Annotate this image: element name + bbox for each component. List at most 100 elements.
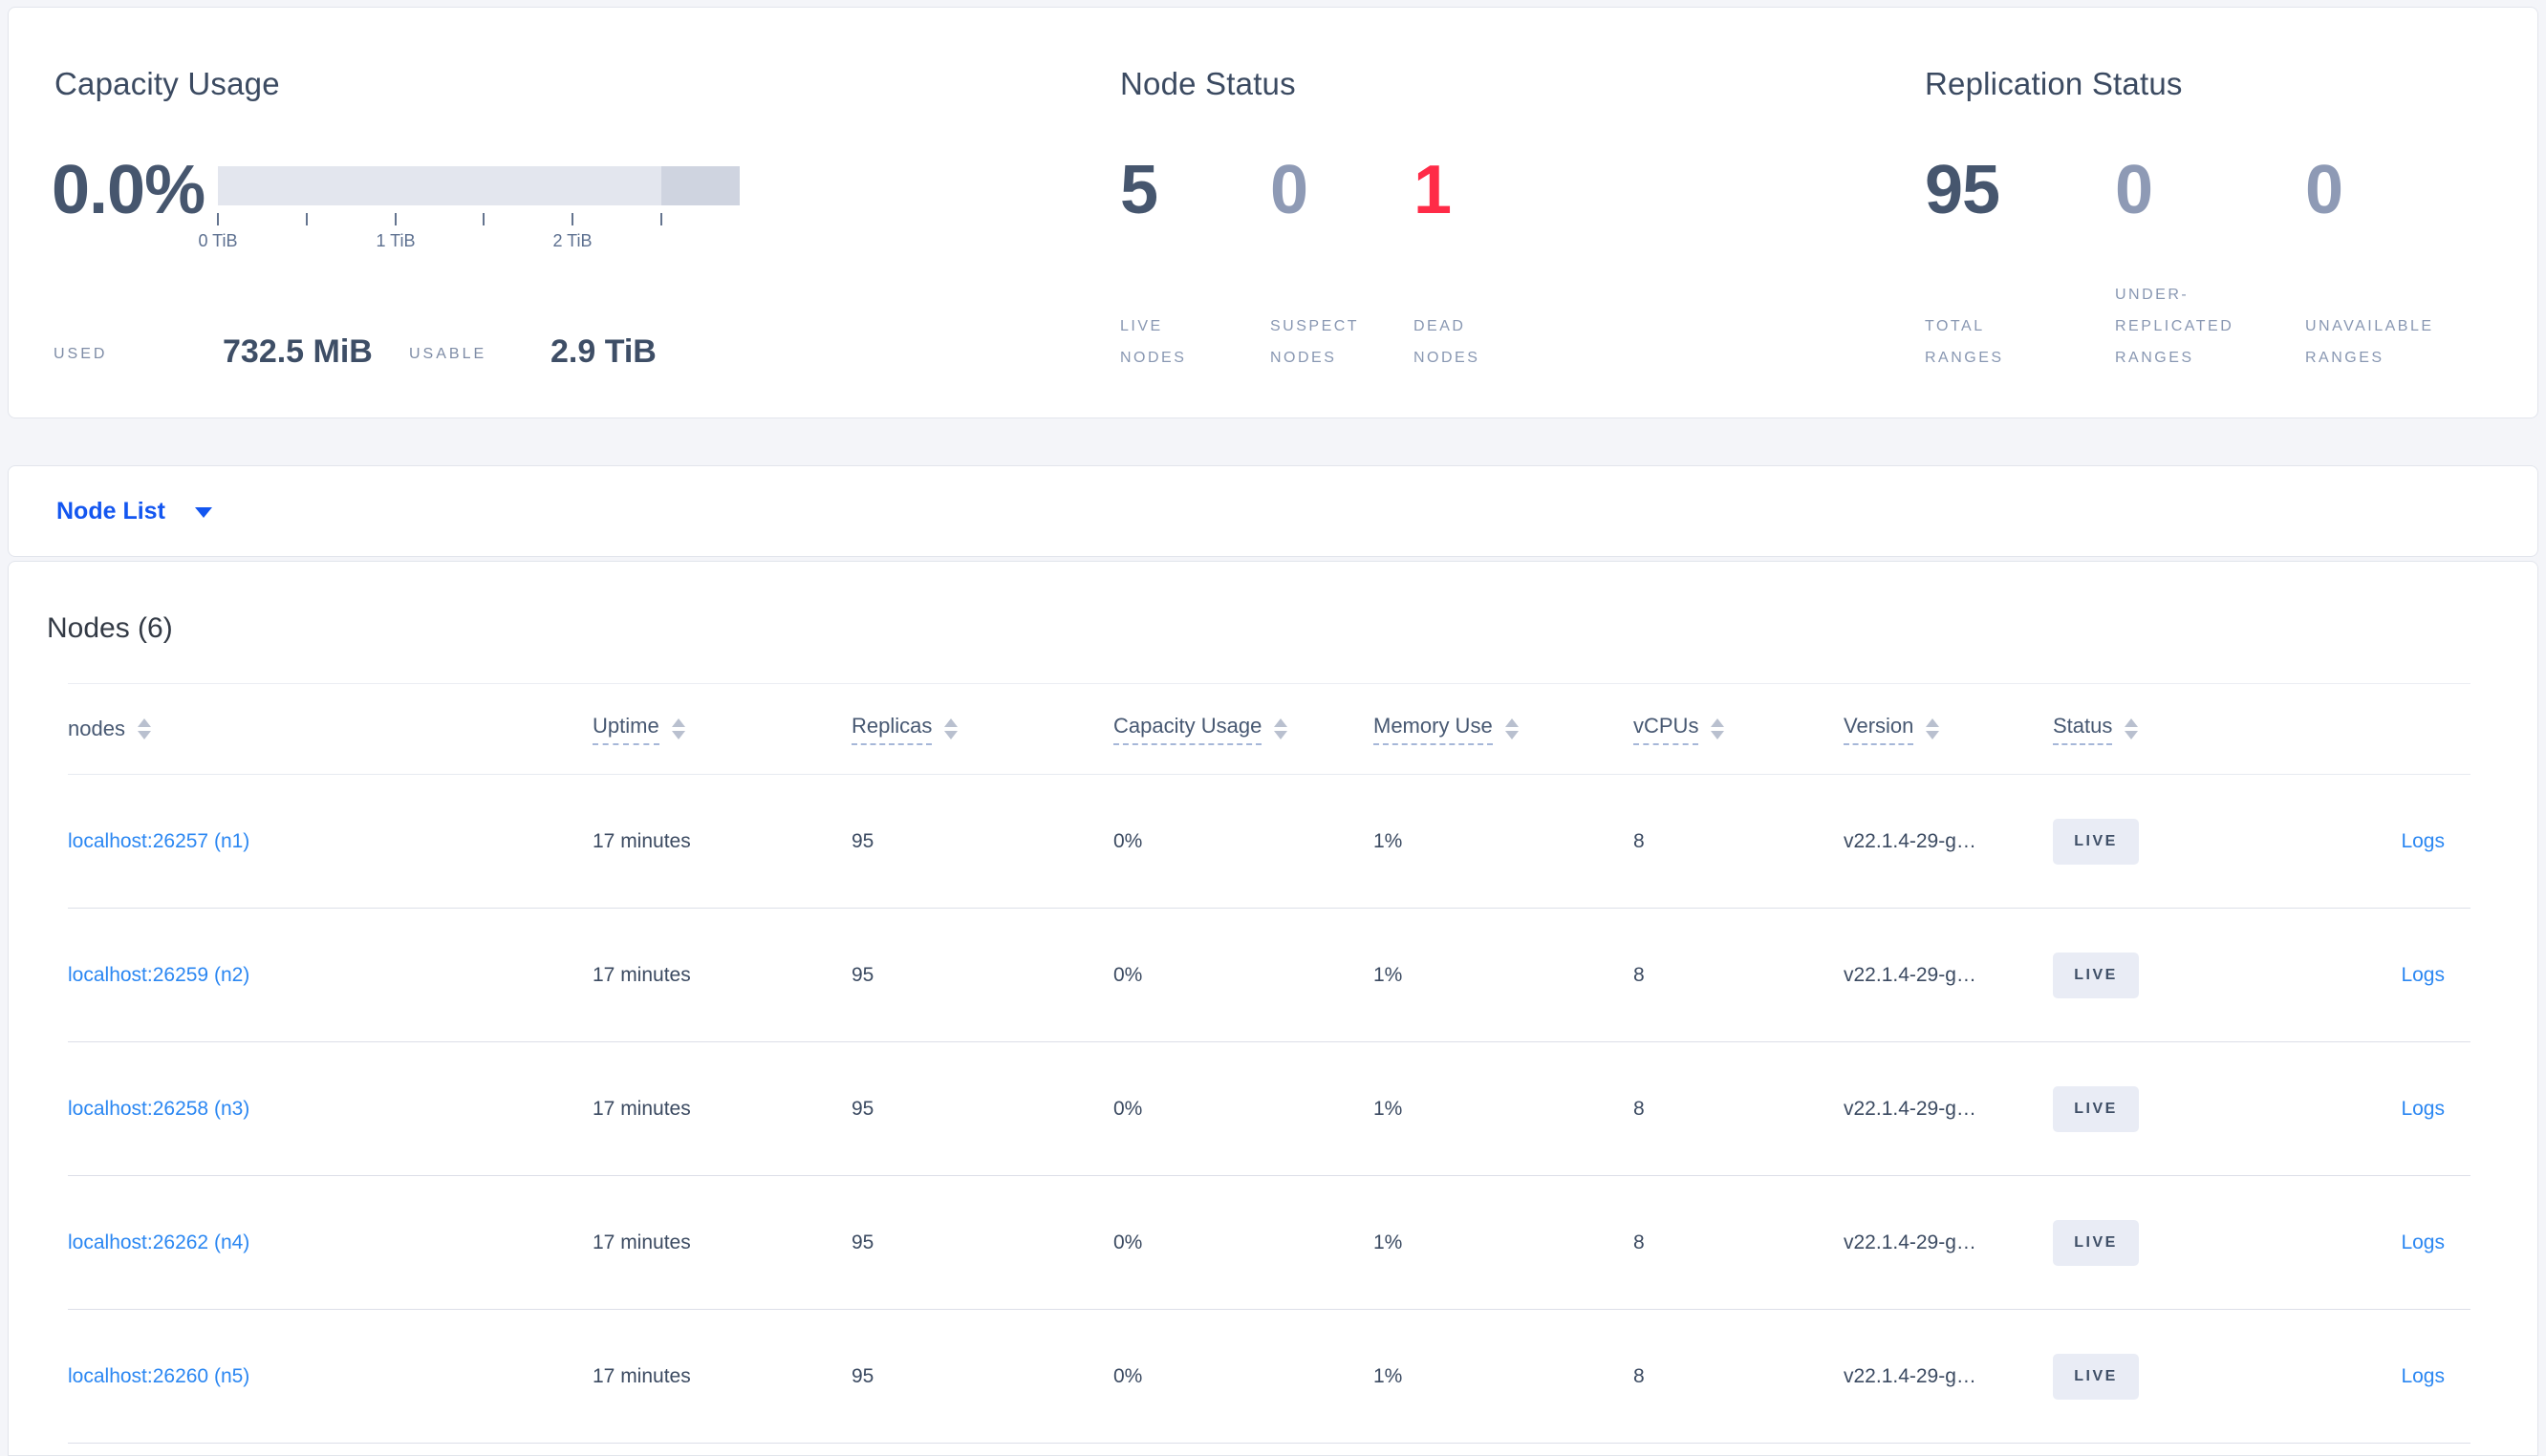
axis-tick (395, 213, 397, 225)
uptime-cell: 17 minutes (593, 1097, 691, 1120)
logs-link[interactable]: Logs (2401, 1365, 2445, 1387)
status-badge: LIVE (2053, 952, 2139, 998)
metric-label-line: TOTAL (1925, 318, 1985, 334)
memory-cell: 1% (1373, 829, 1403, 852)
node-link[interactable]: localhost:26260 (n5) (68, 1365, 249, 1387)
dead-nodes-count: 1 (1413, 152, 1452, 228)
suspect-nodes-count: 0 (1270, 152, 1308, 228)
uptime-cell: 17 minutes (593, 829, 691, 852)
under-replicated-ranges-count: 0 (2115, 152, 2153, 228)
version-cell: v22.1.4-29-g… (1844, 963, 1976, 986)
logs-link[interactable]: Logs (2401, 1231, 2445, 1253)
capacity-cell: 0% (1113, 963, 1143, 986)
metric-label-line: LIVE (1120, 318, 1163, 334)
node-link[interactable]: localhost:26257 (n1) (68, 830, 249, 852)
node-list-dropdown[interactable]: Node List (56, 498, 212, 525)
replicas-cell: 95 (852, 1097, 874, 1120)
capacity-cell: 0% (1113, 1364, 1143, 1387)
version-cell: v22.1.4-29-g… (1844, 829, 1976, 852)
axis-tick (483, 213, 485, 225)
column-header-version[interactable]: Version (1844, 714, 2053, 745)
column-header-label: nodes (68, 717, 125, 740)
usable-label: USABLE (409, 346, 487, 362)
column-header-status[interactable]: Status (2053, 714, 2314, 745)
axis-tick (306, 213, 308, 225)
dead-nodes-metric: 1 DEAD NODES (1413, 8, 1605, 418)
vcpus-cell: 8 (1633, 1231, 1645, 1253)
sort-icon (2125, 718, 2139, 739)
logs-link[interactable]: Logs (2401, 1098, 2445, 1120)
node-link[interactable]: localhost:26262 (n4) (68, 1231, 249, 1253)
nodes-table: nodes Uptime Replicas Capacity Usage Mem… (68, 683, 2470, 1444)
unavailable-ranges-metric: 0 UNAVAILABLE RANGES (2305, 8, 2546, 418)
live-nodes-count: 5 (1120, 152, 1158, 228)
sort-icon (137, 718, 151, 739)
sort-icon (1926, 718, 1940, 739)
vcpus-cell: 8 (1633, 963, 1645, 986)
uptime-cell: 17 minutes (593, 1364, 691, 1387)
capacity-cell: 0% (1113, 1231, 1143, 1253)
metric-label-line: SUSPECT (1270, 318, 1360, 334)
table-header-row: nodes Uptime Replicas Capacity Usage Mem… (68, 683, 2470, 775)
column-header-label: Status (2053, 714, 2113, 745)
table-row: localhost:26257 (n1) 17 minutes 95 0% 1%… (68, 775, 2470, 909)
total-ranges-count: 95 (1925, 152, 2000, 228)
status-badge: LIVE (2053, 1219, 2139, 1266)
sort-icon (944, 718, 959, 739)
replicas-cell: 95 (852, 1231, 874, 1253)
table-row: localhost:26260 (n5) 17 minutes 95 0% 1%… (68, 1310, 2470, 1444)
column-header-vcpus[interactable]: vCPUs (1633, 714, 1844, 745)
metric-label-line: RANGES (1925, 350, 2004, 366)
column-header-label: Memory Use (1373, 714, 1493, 745)
vcpus-cell: 8 (1633, 1364, 1645, 1387)
node-link[interactable]: localhost:26258 (n3) (68, 1098, 249, 1120)
capacity-bar-reserved-segment (661, 166, 740, 205)
metric-label-line: NODES (1120, 350, 1187, 366)
live-nodes-metric: 5 LIVE NODES (1120, 8, 1263, 418)
vcpus-cell: 8 (1633, 1097, 1645, 1120)
metric-label-line: UNDER- (2115, 287, 2190, 303)
status-badge: LIVE (2053, 1353, 2139, 1400)
version-cell: v22.1.4-29-g… (1844, 1097, 1976, 1120)
vcpus-cell: 8 (1633, 829, 1645, 852)
metric-label-line: NODES (1413, 350, 1480, 366)
column-header-uptime[interactable]: Uptime (593, 714, 852, 745)
sort-icon (1504, 718, 1519, 739)
column-header-replicas[interactable]: Replicas (852, 714, 1113, 745)
used-value: 732.5 MiB (223, 333, 373, 370)
cluster-overview-page: { "overview": { "capacity": { "title": "… (0, 0, 2546, 1456)
usable-value: 2.9 TiB (550, 333, 657, 370)
replicas-cell: 95 (852, 1364, 874, 1387)
unavailable-ranges-count: 0 (2305, 152, 2343, 228)
node-link[interactable]: localhost:26259 (n2) (68, 964, 249, 986)
caret-down-icon (194, 507, 212, 518)
memory-cell: 1% (1373, 1364, 1403, 1387)
node-list-dropdown-label: Node List (56, 497, 165, 525)
suspect-nodes-metric: 0 SUSPECT NODES (1270, 8, 1413, 418)
table-row: localhost:26259 (n2) 17 minutes 95 0% 1%… (68, 909, 2470, 1042)
column-header-nodes[interactable]: nodes (68, 717, 593, 741)
sort-icon (1711, 718, 1725, 739)
total-ranges-metric: 95 TOTAL RANGES (1925, 8, 2106, 418)
cluster-summary-panel: Capacity Usage 0.0% 0 TiB 1 TiB 2 TiB US… (8, 7, 2538, 418)
version-cell: v22.1.4-29-g… (1844, 1231, 1976, 1253)
version-cell: v22.1.4-29-g… (1844, 1364, 1976, 1387)
nodes-table-panel: Nodes (6) nodes Uptime Replicas Capacity… (8, 561, 2538, 1456)
replicas-cell: 95 (852, 829, 874, 852)
axis-tick-label: 2 TiB (552, 231, 593, 250)
column-header-capacity-usage[interactable]: Capacity Usage (1113, 714, 1373, 745)
replicas-cell: 95 (852, 963, 874, 986)
column-header-label: Replicas (852, 714, 933, 745)
logs-link[interactable]: Logs (2401, 830, 2445, 852)
memory-cell: 1% (1373, 1231, 1403, 1253)
capacity-cell: 0% (1113, 829, 1143, 852)
metric-label-line: DEAD (1413, 318, 1466, 334)
column-header-memory-use[interactable]: Memory Use (1373, 714, 1633, 745)
view-selector-bar: Node List (8, 465, 2538, 557)
logs-link[interactable]: Logs (2401, 964, 2445, 986)
axis-tick-label: 0 TiB (198, 231, 238, 250)
metric-label-line: RANGES (2115, 350, 2194, 366)
sort-icon (671, 718, 685, 739)
metric-label-line: UNAVAILABLE (2305, 318, 2434, 334)
column-header-label: Version (1844, 714, 1914, 745)
